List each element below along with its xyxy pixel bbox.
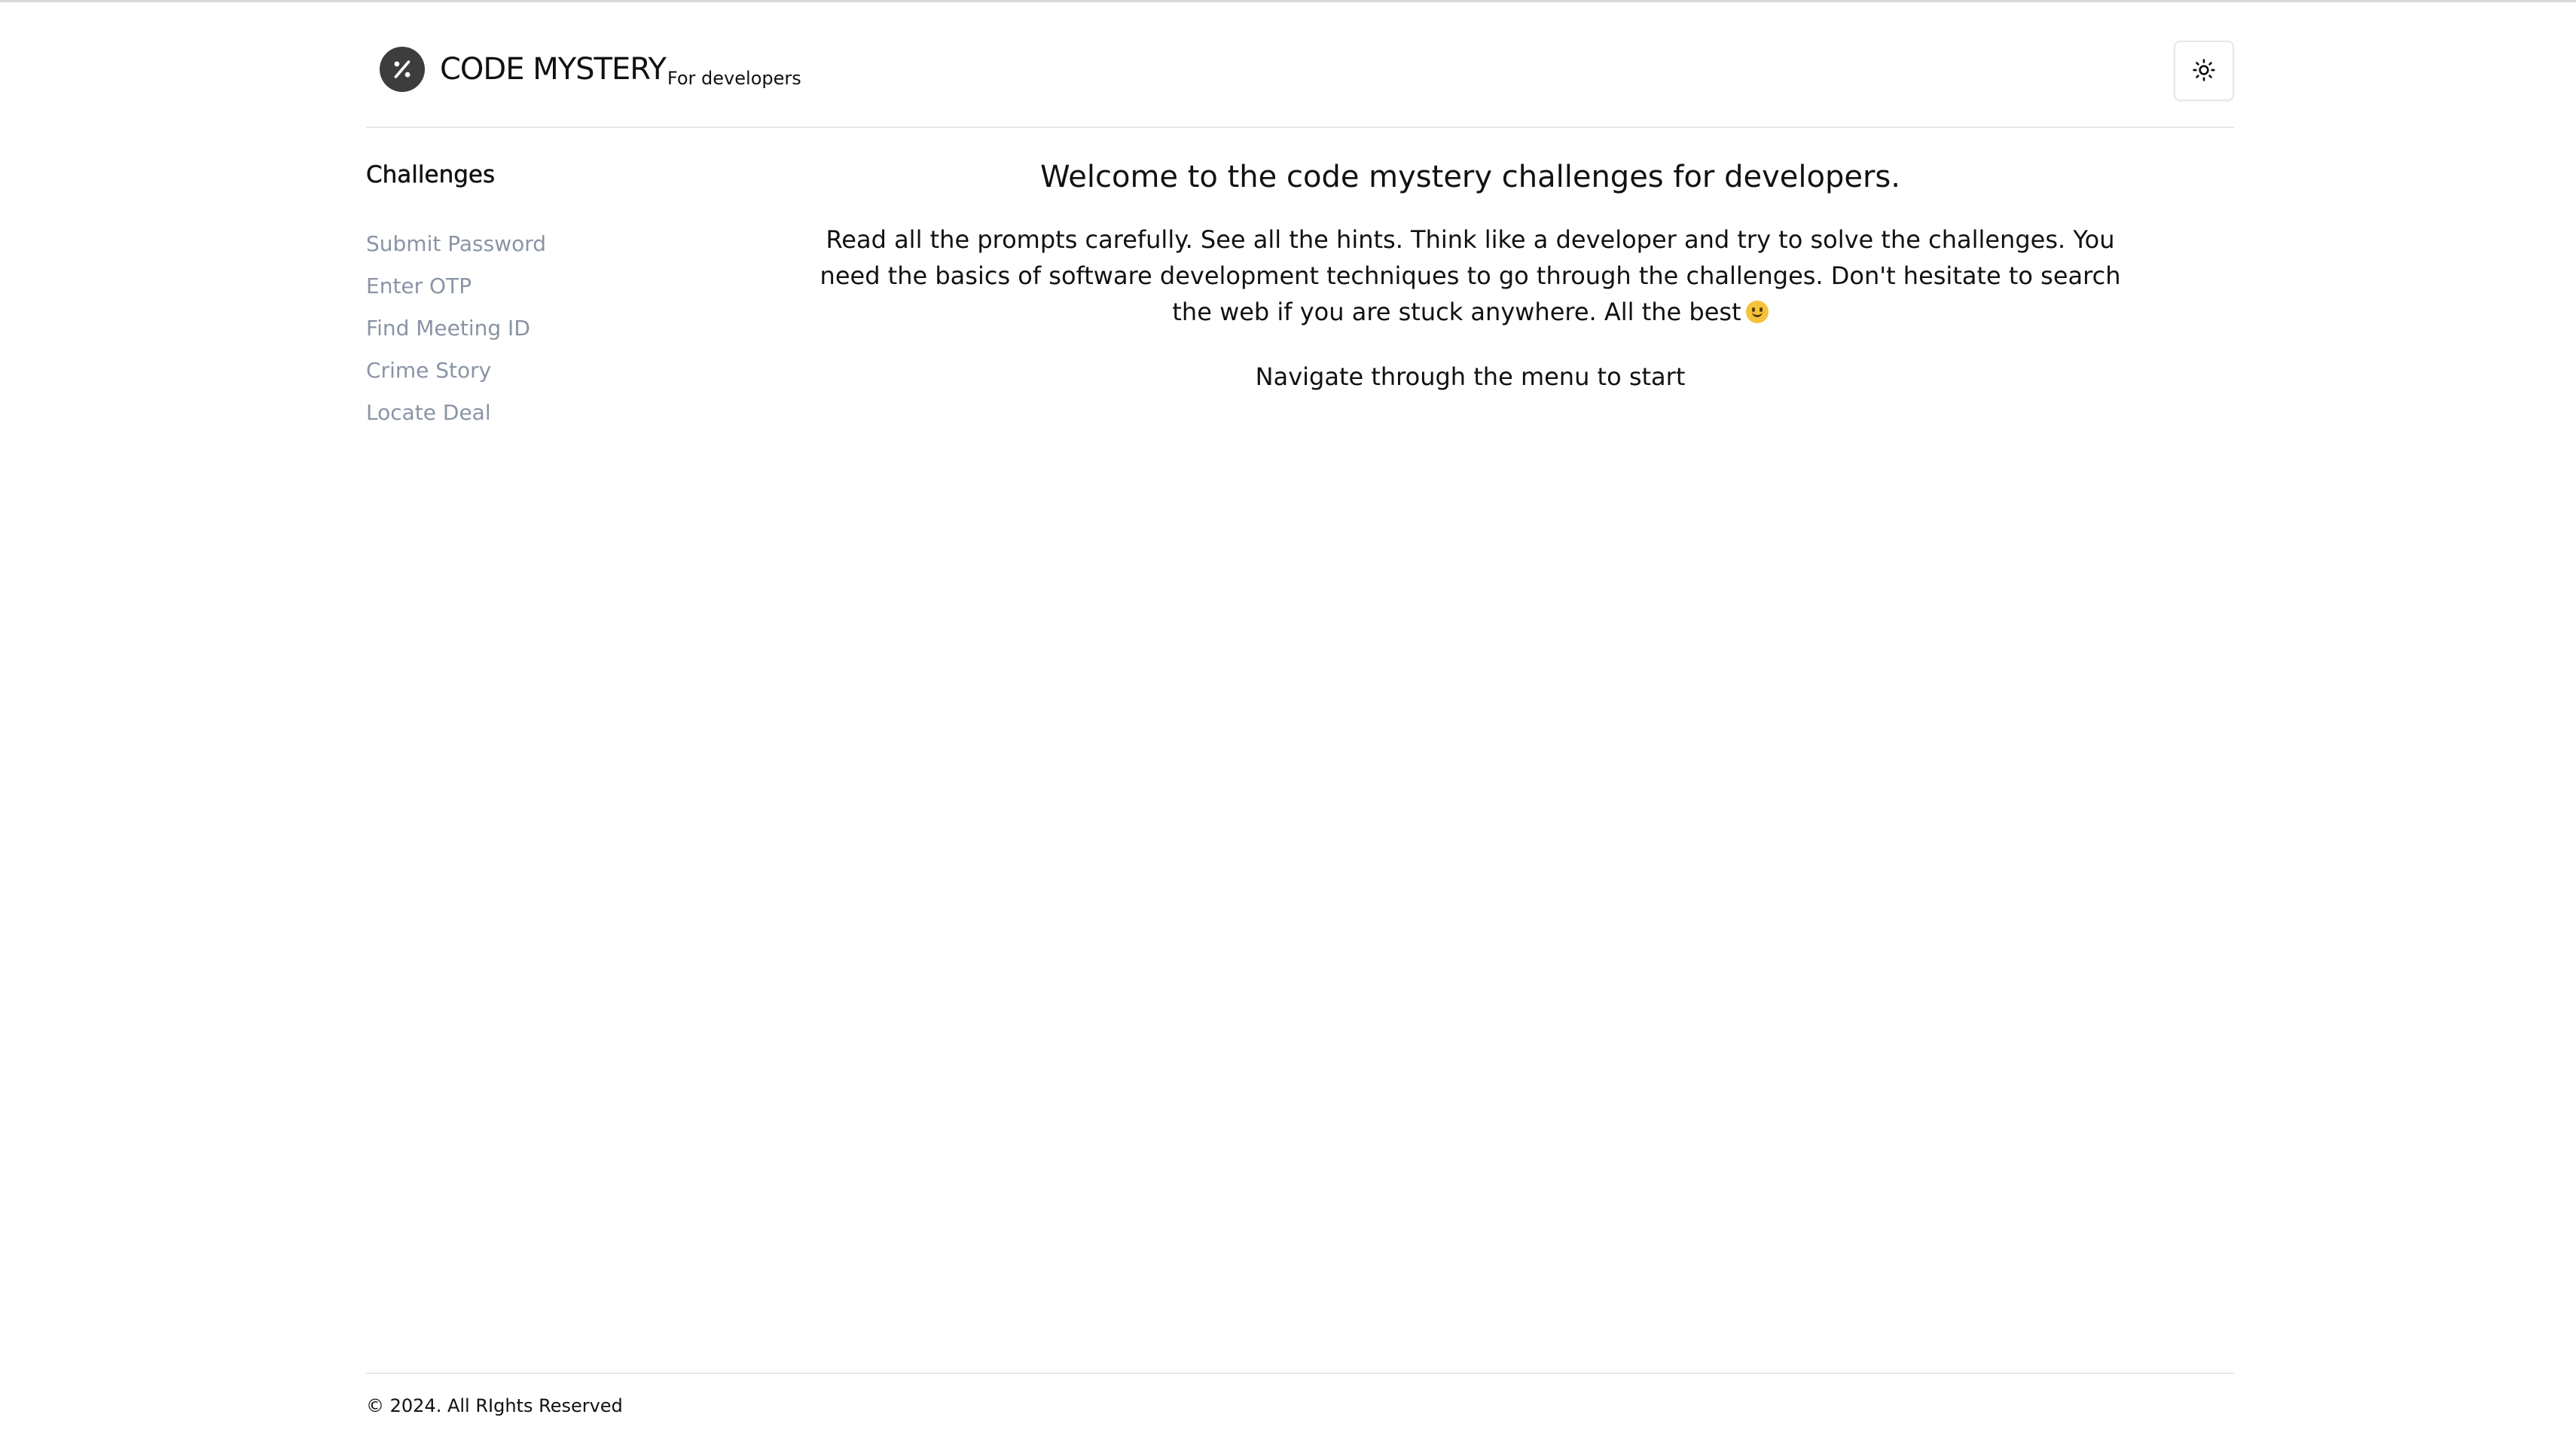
sidebar-item-submit-password[interactable]: Submit Password <box>366 223 743 265</box>
brand-name: CODE MYSTERY <box>440 52 667 87</box>
challenges-sidebar: Challenges Submit Password Enter OTP Fin… <box>366 158 743 434</box>
page-container: CODE MYSTERY For developers Challenges S… <box>366 0 2234 1448</box>
sidebar-item-locate-deal[interactable]: Locate Deal <box>366 392 743 434</box>
theme-toggle-button[interactable] <box>2174 41 2234 101</box>
smile-emoji-icon <box>1745 301 1769 323</box>
percent-icon <box>380 47 425 92</box>
sidebar-title: Challenges <box>366 161 496 189</box>
copyright-text: © 2024. All RIghts Reserved <box>366 1395 623 1416</box>
sidebar-item-find-meeting-id[interactable]: Find Meeting ID <box>366 307 743 350</box>
page-title: Welcome to the code mystery challenges f… <box>1040 160 1900 194</box>
brand-subtitle: For developers <box>667 68 801 89</box>
intro-text: Read all the prompts carefully. See all … <box>819 225 2121 326</box>
sidebar-item-crime-story[interactable]: Crime Story <box>366 350 743 392</box>
sun-icon <box>2192 58 2216 84</box>
main-content: Welcome to the code mystery challenges f… <box>788 155 2153 395</box>
site-footer: © 2024. All RIghts Reserved <box>366 1373 2234 1418</box>
site-header: CODE MYSTERY For developers <box>366 0 2234 128</box>
sidebar-item-enter-otp[interactable]: Enter OTP <box>366 265 743 307</box>
brand-logo[interactable]: CODE MYSTERY For developers <box>380 47 801 92</box>
challenge-list: Submit Password Enter OTP Find Meeting I… <box>366 223 743 434</box>
intro-paragraph: Read all the prompts carefully. See all … <box>788 221 2153 330</box>
navigation-hint: Navigate through the menu to start <box>1255 362 1686 391</box>
